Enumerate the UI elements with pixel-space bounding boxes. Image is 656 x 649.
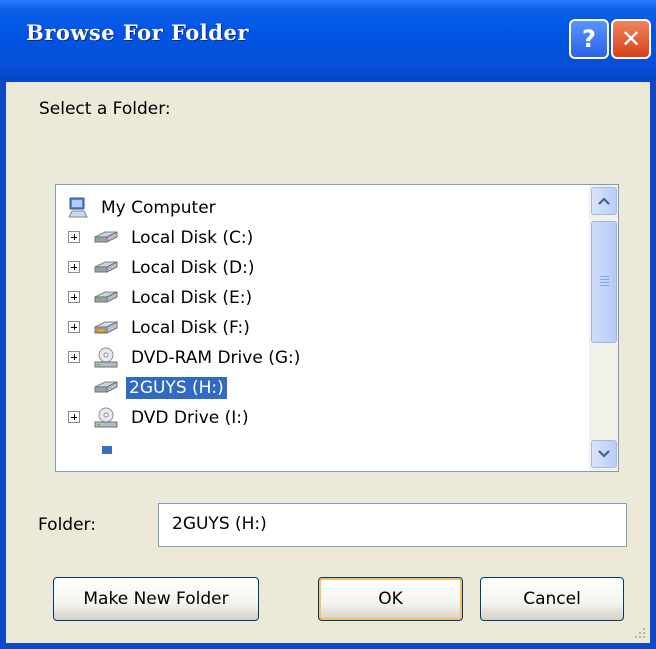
hard-drive-icon bbox=[92, 227, 118, 249]
tree-scrollbar[interactable] bbox=[589, 185, 618, 471]
scroll-down-button[interactable] bbox=[591, 440, 617, 468]
select-folder-prompt: Select a Folder: bbox=[39, 99, 171, 119]
window-frame-left bbox=[0, 82, 6, 649]
dvd-drive-icon bbox=[92, 407, 118, 429]
scroll-thumb[interactable] bbox=[591, 221, 617, 343]
tree-item-label: Local Disk (F:) bbox=[131, 318, 250, 338]
hard-drive-icon bbox=[92, 287, 118, 309]
expand-toggle[interactable] bbox=[68, 351, 80, 363]
hard-drive-icon bbox=[92, 257, 118, 279]
title-bar[interactable]: Browse For Folder ? ✕ bbox=[0, 0, 656, 82]
make-new-folder-button[interactable]: Make New Folder bbox=[53, 577, 259, 621]
window-frame-right bbox=[650, 82, 656, 649]
tree-item-local-disk-d[interactable]: Local Disk (D:) bbox=[56, 253, 586, 283]
dialog-title: Browse For Folder bbox=[26, 20, 249, 45]
tree-item-dvd-ram-drive-g[interactable]: DVD-RAM Drive (G:) bbox=[56, 343, 586, 373]
expand-toggle[interactable] bbox=[68, 231, 80, 243]
expand-toggle[interactable] bbox=[68, 411, 80, 423]
folder-label: Folder: bbox=[38, 515, 96, 535]
folder-name-field[interactable]: 2GUYS (H:) bbox=[158, 503, 627, 547]
dvd-drive-icon bbox=[92, 347, 118, 369]
help-button[interactable]: ? bbox=[569, 19, 609, 59]
window-frame-bottom bbox=[0, 643, 656, 649]
expand-toggle[interactable] bbox=[68, 261, 80, 273]
tree-item-dvd-drive-i[interactable]: DVD Drive (I:) bbox=[56, 403, 586, 433]
expand-toggle[interactable] bbox=[68, 321, 80, 333]
chevron-up-icon bbox=[598, 197, 610, 205]
tree-item-label: DVD-RAM Drive (G:) bbox=[131, 348, 301, 368]
resize-grip-icon[interactable] bbox=[632, 625, 646, 639]
folder-tree[interactable]: My Computer Local Disk (C:) Local Disk (… bbox=[55, 184, 619, 472]
cancel-button[interactable]: Cancel bbox=[480, 577, 624, 621]
tree-item-my-computer[interactable]: My Computer bbox=[56, 193, 586, 223]
tree-item-label: Local Disk (E:) bbox=[131, 288, 253, 308]
tree-item-local-disk-c[interactable]: Local Disk (C:) bbox=[56, 223, 586, 253]
browse-for-folder-dialog: Browse For Folder ? ✕ Select a Folder: M… bbox=[0, 0, 656, 649]
tree-item-local-disk-f[interactable]: Local Disk (F:) bbox=[56, 313, 586, 343]
tree-item-local-disk-e[interactable]: Local Disk (E:) bbox=[56, 283, 586, 313]
tree-item-2guys-h[interactable]: 2GUYS (H:) bbox=[56, 373, 586, 403]
removable-drive-icon bbox=[92, 317, 118, 339]
tree-item-label: Local Disk (D:) bbox=[131, 258, 255, 278]
network-drive-icon bbox=[98, 439, 122, 461]
chevron-down-icon bbox=[598, 450, 610, 458]
close-button[interactable]: ✕ bbox=[611, 19, 651, 59]
scroll-up-button[interactable] bbox=[591, 187, 617, 215]
hard-drive-icon bbox=[92, 377, 118, 399]
expand-toggle[interactable] bbox=[68, 291, 80, 303]
tree-item-label: Local Disk (C:) bbox=[131, 228, 254, 248]
ok-button[interactable]: OK bbox=[318, 577, 463, 621]
tree-item-label: DVD Drive (I:) bbox=[131, 408, 249, 428]
my-computer-icon bbox=[66, 197, 90, 219]
tree-item-partial[interactable] bbox=[56, 435, 586, 465]
tree-item-label: 2GUYS (H:) bbox=[126, 377, 227, 399]
tree-item-label: My Computer bbox=[101, 198, 216, 218]
